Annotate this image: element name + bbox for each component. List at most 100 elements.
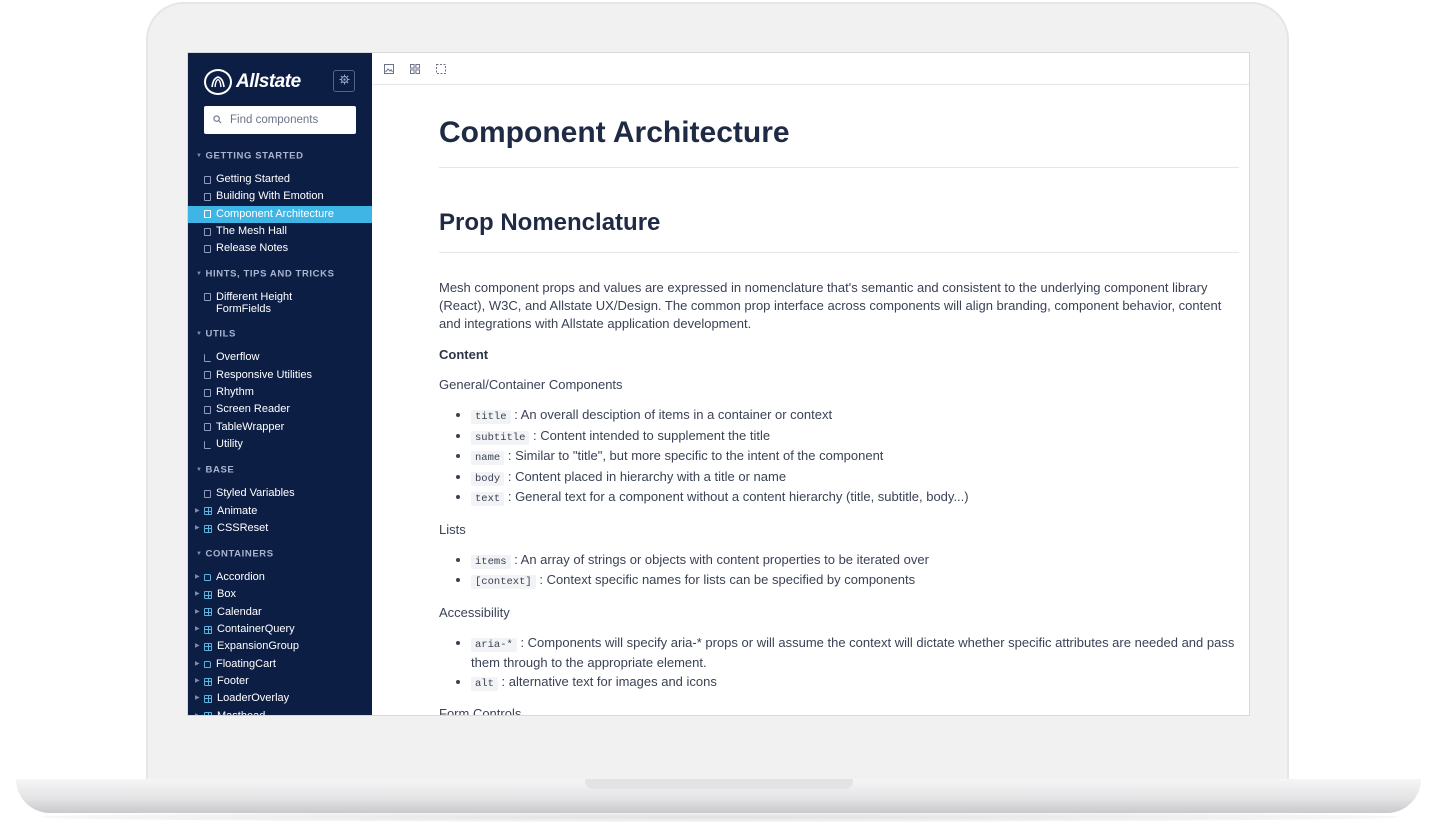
section-utils[interactable]: ▼ UTILS (188, 327, 372, 341)
list-item: alt : alternative text for images and ic… (471, 673, 1239, 694)
list-item: [context] : Context specific names for l… (471, 571, 1239, 592)
search-input[interactable] (228, 113, 352, 127)
frame-icon[interactable] (436, 63, 446, 74)
component-icon (204, 642, 212, 651)
sidebar-item-getting-started[interactable]: Getting Started (188, 171, 372, 188)
caret-right-icon: ▶ (195, 591, 200, 598)
sidebar-item-responsive-utilities[interactable]: Responsive Utilities (188, 367, 372, 384)
laptop-screen: Allstate ▼GETTING STARTED Getting Starte… (187, 52, 1250, 716)
component-icon (204, 694, 212, 703)
grid-icon[interactable] (410, 63, 420, 74)
caret-right-icon: ▶ (195, 507, 200, 514)
document-icon (204, 244, 211, 253)
section-getting-started[interactable]: ▼ GETTING STARTED (188, 149, 372, 163)
sidebar-item-accordion[interactable]: ▶ Accordion (188, 569, 372, 586)
lists-props-list: items : An array of strings or objects w… (439, 551, 1239, 592)
caret-right-icon: ▶ (195, 660, 200, 667)
laptop-notch (585, 779, 853, 789)
sidebar-item-footer[interactable]: ▶ Footer (188, 673, 372, 690)
prop-code: body (471, 471, 505, 486)
document-icon (204, 388, 211, 397)
caret-down-icon: ▼ (196, 331, 203, 338)
folder-icon (204, 660, 211, 668)
document-icon (204, 371, 211, 380)
section-heading: Prop Nomenclature (439, 208, 1239, 253)
list-item: items : An array of strings or objects w… (471, 551, 1239, 572)
search-icon (213, 111, 222, 129)
sidebar-item-loaderoverlay[interactable]: ▶ LoaderOverlay (188, 690, 372, 707)
sidebar-item-floatingcart[interactable]: ▶ FloatingCart (188, 656, 372, 673)
prop-code: title (471, 410, 511, 424)
component-icon (204, 507, 212, 516)
caret-right-icon: ▶ (195, 643, 200, 650)
sidebar-item-building-with-emotion[interactable]: Building With Emotion (188, 188, 372, 205)
component-icon (204, 712, 212, 715)
component-icon (204, 677, 212, 686)
document-icon (204, 192, 211, 201)
prop-code: alt (471, 676, 498, 691)
sidebar-item-the-mesh-hall[interactable]: The Mesh Hall (188, 223, 372, 240)
sidebar-item-calendar[interactable]: ▶ Calendar (188, 604, 372, 621)
list-item: subtitle : Content intended to supplemen… (471, 427, 1239, 448)
sidebar-item-overflow[interactable]: Overflow (188, 349, 372, 366)
search-box[interactable] (204, 106, 356, 134)
section-containers[interactable]: ▼ CONTAINERS (188, 547, 372, 561)
sidebar-item-animate[interactable]: ▶ Animate (188, 503, 372, 520)
preview-toolbar (372, 53, 1249, 85)
sidebar-item-tablewrapper[interactable]: TableWrapper (188, 419, 372, 436)
prop-code: [context] (471, 575, 536, 589)
list-item: name : Similar to "title", but more spec… (471, 447, 1239, 468)
accessibility-label: Accessibility (439, 604, 510, 620)
document-icon (204, 406, 211, 415)
image-icon[interactable] (384, 63, 394, 74)
document-icon (204, 210, 211, 219)
prop-code: name (471, 451, 505, 465)
hands-logo-icon (204, 69, 232, 95)
sidebar-item-rhythm[interactable]: Rhythm (188, 384, 372, 401)
sidebar-item-containerquery[interactable]: ▶ ContainerQuery (188, 621, 372, 638)
caret-down-icon: ▼ (196, 271, 203, 278)
brand-logo[interactable]: Allstate (204, 69, 301, 95)
component-icon (204, 608, 212, 617)
content-label: Content (439, 347, 489, 362)
chart-icon (204, 354, 211, 363)
caret-right-icon: ▶ (195, 712, 200, 716)
page-title: Component Architecture (439, 115, 1239, 168)
chart-icon (204, 440, 211, 449)
prop-code: items (471, 554, 511, 569)
component-icon (204, 625, 212, 634)
document-icon (204, 227, 211, 236)
document-icon (204, 293, 211, 302)
brand-name: Allstate (236, 71, 301, 92)
general-props-list: title : An overall desciption of items i… (439, 406, 1239, 509)
caret-right-icon: ▶ (195, 626, 200, 633)
gear-icon (338, 74, 350, 88)
lists-label: Lists (439, 521, 466, 537)
sidebar-item-release-notes[interactable]: Release Notes (188, 240, 372, 257)
intro-paragraph: Mesh component props and values are expr… (439, 280, 1222, 331)
component-icon (204, 591, 212, 600)
document-icon (204, 423, 211, 432)
sidebar-item-different-height-formfields[interactable]: Different Height FormFields (188, 289, 372, 317)
settings-button[interactable] (333, 70, 355, 92)
caret-right-icon: ▶ (195, 608, 200, 615)
general-components-label: General/Container Components (439, 377, 623, 392)
sidebar-item-cssreset[interactable]: ▶ CSSReset (188, 520, 372, 537)
sidebar-item-box[interactable]: ▶ Box (188, 586, 372, 603)
sidebar-item-expansiongroup[interactable]: ▶ ExpansionGroup (188, 638, 372, 655)
sidebar-item-styled-variables[interactable]: Styled Variables (188, 485, 372, 502)
list-item: title : An overall desciption of items i… (471, 406, 1239, 427)
caret-right-icon: ▶ (195, 677, 200, 684)
sidebar-item-screen-reader[interactable]: Screen Reader (188, 401, 372, 418)
sidebar-item-utility[interactable]: Utility (188, 436, 372, 453)
caret-down-icon: ▼ (196, 551, 203, 558)
prop-code: subtitle (471, 430, 530, 445)
section-base[interactable]: ▼ BASE (188, 463, 372, 477)
prop-code: text (471, 492, 505, 506)
accessibility-props-list: aria-* : Components will specify aria-* … (439, 634, 1239, 694)
sidebar-item-component-architecture[interactable]: Component Architecture (188, 205, 372, 223)
laptop-shadow (40, 812, 1400, 822)
section-hints-tips-and-tricks[interactable]: ▼ HINTS, TIPS AND TRICKS (188, 267, 372, 281)
sidebar-item-masthead[interactable]: ▶ Masthead (188, 708, 372, 716)
sidebar-nav: ▼ GETTING STARTED Getting Started Buildin… (188, 149, 372, 716)
